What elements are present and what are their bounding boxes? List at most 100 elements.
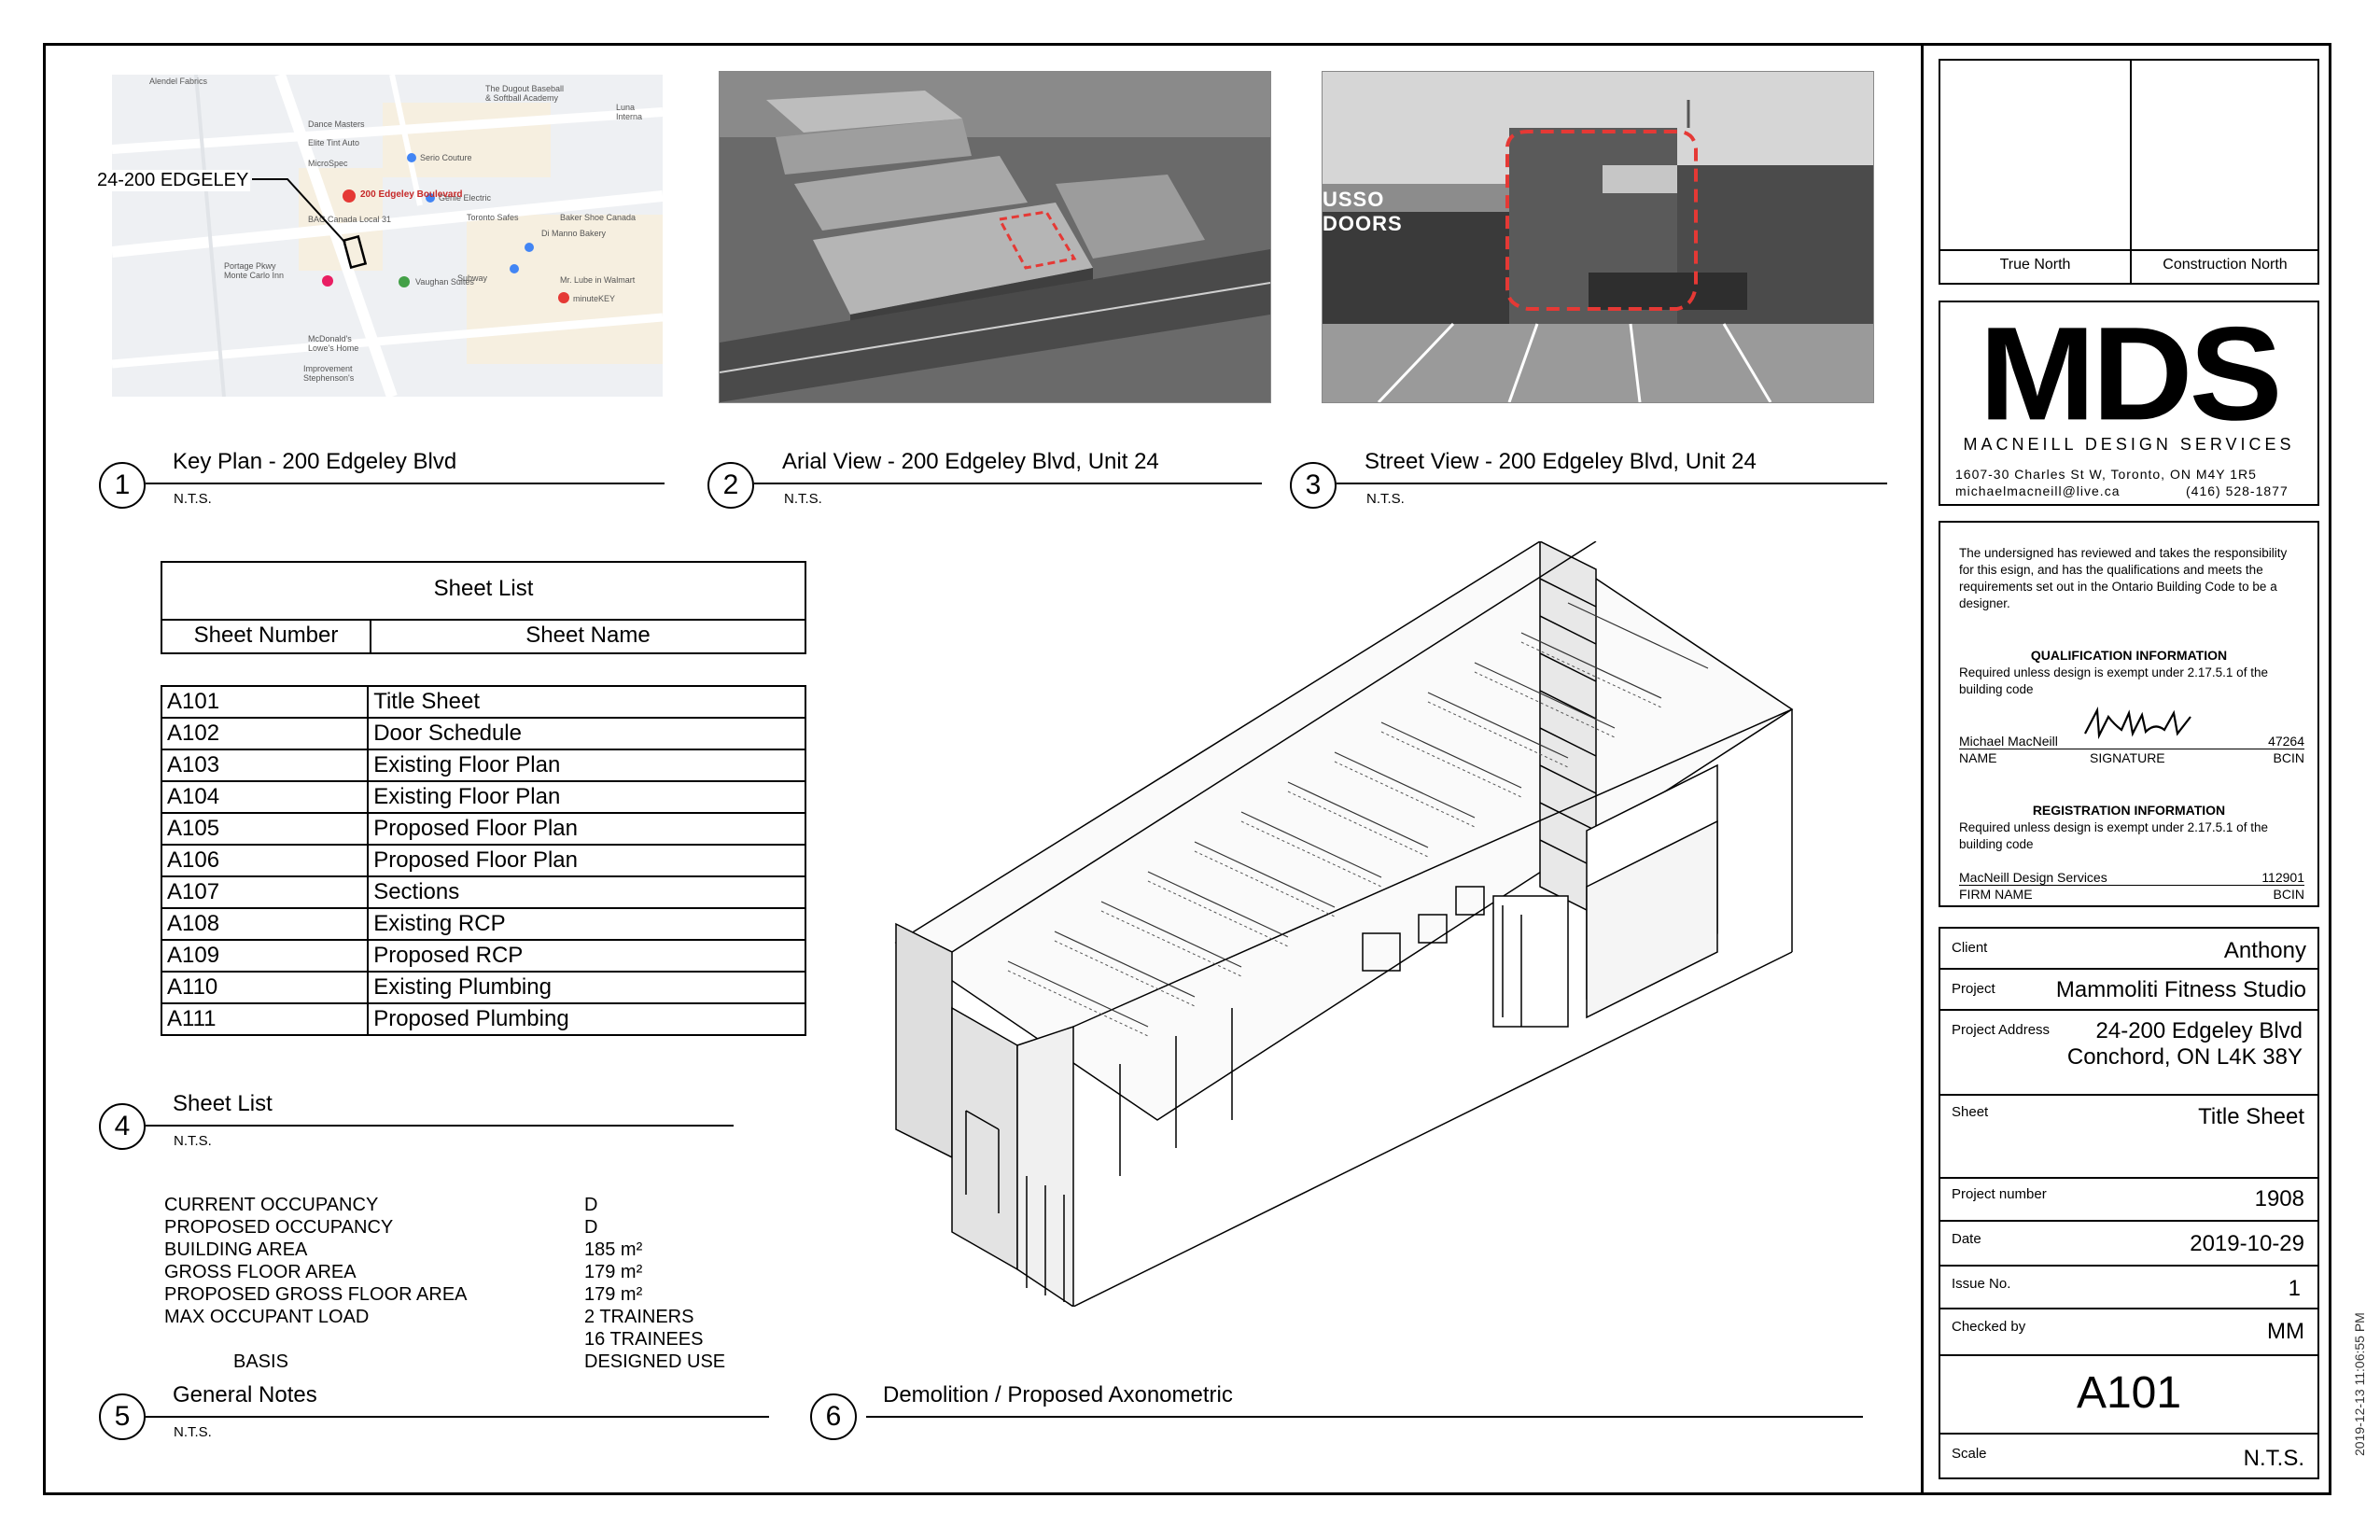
map-label-23: Improvement [303,364,353,373]
checked-rule [1940,1354,2317,1356]
table-row: A107 Sections [160,875,806,909]
project-rule [1940,1009,2317,1011]
sheet-number-cell: A105 [160,812,370,846]
key-plan-map: Alendel Fabrics The Dugout Baseball & So… [112,75,663,397]
sheet-name-cell: Sections [367,875,806,909]
table-row: A106 Proposed Floor Plan [160,844,806,877]
sheet-name-cell: Title Sheet [367,685,806,719]
signature-label: SIGNATURE [2090,750,2165,765]
date-rule [1940,1265,2317,1267]
client-rule [1940,968,2317,970]
aerial-view-graphic [720,72,1270,402]
table-row: A109 Proposed RCP [160,939,806,973]
view-title-1: Key Plan - 200 Edgeley Blvd [173,449,457,474]
map-label-3: & Softball Academy [485,93,559,103]
view-title-line-4 [146,1125,734,1127]
project-number-value: 1908 [2254,1186,2304,1211]
logo-phone: (416) 528-1877 [2186,483,2289,498]
address-label: Project Address [1952,1022,2051,1038]
note-value: D [584,1217,598,1238]
checked-value: MM [2267,1319,2304,1344]
view-scale-5: N.T.S. [174,1424,212,1440]
sheet-name-cell: Existing RCP [367,907,806,941]
address-rule [1940,1094,2317,1096]
map-label-19: Mr. Lube in Walmart [560,275,636,285]
note-row: GROSS FLOOR AREA 179 m² [164,1261,780,1283]
note-label: BASIS [233,1351,288,1372]
note-label: GROSS FLOOR AREA [164,1262,357,1282]
sheet-name-cell: Proposed Floor Plan [367,812,806,846]
note-row: BASIS DESIGNED USE [164,1351,780,1373]
view-title-6: Demolition / Proposed Axonometric [883,1382,1233,1407]
note-row: MAX OCCUPANT LOAD 2 TRAINERS [164,1306,780,1328]
firm-bcin: 112901 [2261,870,2304,885]
note-row: 16 TRAINEES [164,1328,780,1351]
note-value: 179 m² [584,1284,643,1305]
sheet-name-cell: Existing Floor Plan [367,749,806,782]
sheet-list-header-rule [162,619,805,621]
map-label-2: The Dugout Baseball [485,84,565,93]
note-label: CURRENT OCCUPANCY [164,1195,379,1215]
sheet-number-rule [1940,1433,2317,1435]
note-value: 16 TRAINEES [584,1329,704,1350]
plot-timestamp: 2019-12-13 11:06:55 PM [2352,1312,2367,1456]
sheet-list-header: Sheet List Sheet Number Sheet Name [161,561,806,654]
logo-mark: MDS [1979,299,2282,448]
view-title-4: Sheet List [173,1091,273,1116]
construction-north-label: Construction North [2163,257,2288,273]
address-line1: 24-200 Edgeley Blvd [2095,1018,2303,1043]
scale-value: N.T.S. [2243,1446,2304,1471]
qualification-heading: QUALIFICATION INFORMATION [2030,648,2228,663]
view-number-2: 2 [707,462,754,509]
designer-name: Michael MacNeill [1959,734,2058,749]
view-number-4: 4 [99,1103,146,1150]
note-label: PROPOSED GROSS FLOOR AREA [164,1284,468,1305]
sheet-name-cell: Existing Floor Plan [367,780,806,814]
note-row: CURRENT OCCUPANCY D [164,1194,780,1216]
table-row: A104 Existing Floor Plan [160,780,806,814]
sheet-number-cell: A101 [160,685,370,719]
project-value: Mammoliti Fitness Studio [2055,977,2306,1002]
address-line2: Conchord, ON L4K 38Y [2066,1044,2303,1070]
map-label-7: Serio Couture [420,153,472,162]
scale-label: Scale [1952,1446,1987,1462]
sheet-list-col-name: Sheet Name [525,623,651,648]
note-value: 185 m² [584,1239,643,1260]
registration-note: Required unless design is exempt under 2… [1959,820,2268,851]
issue-rule [1940,1308,2317,1309]
map-label-4: Dance Masters [308,119,365,129]
logo-box: MDS MACNEILL DESIGN SERVICES 1607-30 Cha… [1939,299,2319,506]
note-value: D [584,1195,598,1215]
view-number-6: 6 [810,1393,857,1440]
view-number-1: 1 [99,462,146,509]
view-title-line-1 [146,483,665,484]
map-label-8: MicroSpec [308,159,348,168]
sheet-number-cell: A111 [160,1002,370,1036]
sheet-number-cell: A104 [160,780,370,814]
logo-name: MACNEILL DESIGN SERVICES [1963,435,2295,454]
project-label: Project [1952,981,1995,997]
note-label: PROPOSED OCCUPANCY [164,1217,394,1238]
map-label-18: Subway [457,273,488,283]
view-scale-1: N.T.S. [174,491,212,507]
title-block-divider [1921,43,1924,1495]
map-label-20: minuteKEY [573,294,616,303]
designer-statement: The undersigned has reviewed and takes t… [1959,546,2288,610]
sheet-name-cell: Proposed Plumbing [367,1002,806,1036]
view-scale-4: N.T.S. [174,1133,212,1149]
table-row: A111 Proposed Plumbing [160,1002,806,1036]
table-row: A103 Existing Floor Plan [160,749,806,782]
note-label: BUILDING AREA [164,1239,308,1260]
view-number-5: 5 [99,1393,146,1440]
sheet-number-cell: A110 [160,971,370,1004]
axonometric-drawing [894,541,1794,1307]
map-label-1: Alendel Fabrics [149,77,208,86]
sheet-list-title: Sheet List [433,576,534,601]
table-row: A108 Existing RCP [160,907,806,941]
aerial-view-photo [719,71,1271,403]
firm-bcin-label: BCIN [2273,887,2304,902]
table-row: A102 Door Schedule [160,717,806,750]
firm-name: MacNeill Design Services [1959,870,2107,885]
sheet-number: A101 [2076,1368,2182,1418]
sheet-label: Sheet [1952,1104,1989,1120]
